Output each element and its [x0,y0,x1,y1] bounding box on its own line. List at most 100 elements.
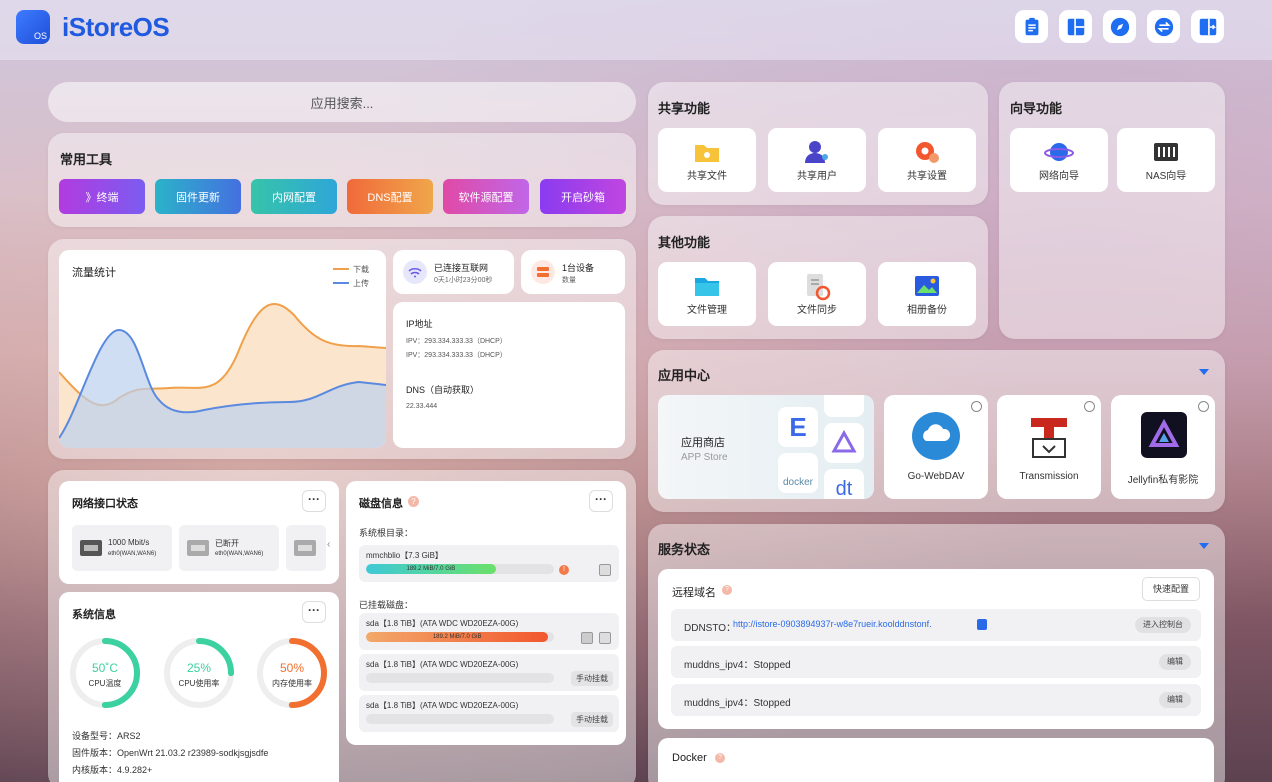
nas-wizard-button[interactable]: NAS向导 [1117,128,1215,192]
network-wizard-button[interactable]: 网络向导 [1010,128,1108,192]
tools-title: 常用工具 [60,152,113,167]
copy-icon[interactable] [977,619,987,630]
ethernet-port-icon [80,540,102,556]
help-icon[interactable]: ? [408,496,419,507]
photo-backup-label: 相册备份 [907,305,947,316]
docker-icon: docker [778,453,818,493]
app-store-title: 应用商店 [681,437,725,449]
transfer-icon[interactable] [1147,10,1180,43]
cpu-temp-gauge: 50˚C CPU温度 [68,636,142,710]
share-files-button[interactable]: 共享文件 [658,128,756,192]
warning-icon[interactable]: ! [559,565,569,575]
gear-icon [916,142,939,163]
help-icon[interactable]: ? [722,585,732,595]
app-settings-icon[interactable] [971,401,982,412]
sysinfo-title: 系统信息 [72,609,116,621]
app-store-card[interactable]: 应用商店 APP Store E docker dt [658,395,874,499]
port-item[interactable] [286,525,326,571]
quick-config-button[interactable]: 快速配置 [1142,577,1200,601]
file-manager-button[interactable]: 文件管理 [658,262,756,326]
store-app-icon [824,395,864,417]
share-users-button[interactable]: 共享用户 [768,128,866,192]
docker-title: Docker [672,752,707,764]
root-disk-row: mmchblio【7.3 GiB】 189.2 MiB/7.0 GiB ! [359,545,619,582]
devices-count: 1台设备 [562,263,595,273]
lan-config-button[interactable]: 内网配置 [251,179,337,214]
disk-usage-fill: 189.2 MiB/7.0 GiB [366,632,549,642]
users-icon [805,141,828,163]
device-model: 设备型号：ARS2 [72,731,141,741]
disk-settings-icon[interactable] [599,632,611,644]
software-source-button[interactable]: 软件源配置 [443,179,529,214]
app-go-webdav[interactable]: Go-WebDAV [884,395,988,499]
folder-icon [695,278,719,296]
photo-backup-button[interactable]: 相册备份 [878,262,976,326]
collapse-appcenter-icon[interactable] [1199,369,1209,375]
firmware-update-button[interactable]: 固件更新 [155,179,241,214]
scroll-left-icon[interactable]: ‹ [327,539,330,550]
legend-down-label: 下载 [353,265,369,274]
file-sync-button[interactable]: 文件同步 [768,262,866,326]
compass-icon[interactable] [1103,10,1136,43]
app-settings-icon[interactable] [1198,401,1209,412]
traffic-chart [59,303,386,448]
app-jellyfin[interactable]: Jellyfin私有影院 [1111,395,1215,499]
port-item[interactable]: 1000 Mbit/s eth0(WAN,WAN6) [72,525,172,571]
help-icon[interactable]: ? [715,753,725,763]
edit-button[interactable]: 编辑 [1159,692,1191,708]
disk-settings-icon[interactable] [599,564,611,576]
app-transmission[interactable]: Transmission [997,395,1101,499]
ddnsto-row: DDNSTO： http://istore-0903894937r-w8e7ru… [671,609,1201,641]
service-row: muddns_ipv4：Stopped 编辑 [671,646,1201,678]
root-label: 系统根目录： [359,528,414,538]
folder-share-icon [695,145,719,162]
ddnsto-link[interactable]: http://istore-0903894937r-w8e7rueir.kool… [733,619,932,629]
disk-title: 磁盘信息 [359,498,403,510]
uptime: 0天1小时23分00秒 [434,277,493,284]
edit-button[interactable]: 编辑 [1159,654,1191,670]
disk-eject-icon[interactable] [581,632,593,644]
app-search-input[interactable]: 应用搜索... [48,82,636,122]
sandbox-button[interactable]: 开启砂箱 [540,179,626,214]
memory-usage-gauge: 50% 内存使用率 [255,636,329,710]
port-item[interactable]: 已断开 eth0(WAN,WAN6) [179,525,279,571]
file-sync-label: 文件同步 [797,305,837,316]
disk-name: mmchblio【7.3 GiB】 [366,551,443,560]
netif-more-button[interactable]: ··· [302,490,326,512]
app-name: Transmission [1019,471,1079,482]
app-settings-icon[interactable] [1084,401,1095,412]
layout-icon[interactable] [1059,10,1092,43]
gauge-label: CPU温度 [88,679,122,688]
disk-usage-fill: 189.2 MiB/7.0 GiB [366,564,496,574]
app-name: Jellyfin私有影院 [1127,475,1199,486]
port-speed: 1000 Mbit/s [108,538,150,547]
disk-more-button[interactable]: ··· [589,490,613,512]
share-settings-button[interactable]: 共享设置 [878,128,976,192]
network-wizard-label: 网络向导 [1039,171,1079,182]
open-console-button[interactable]: 进入控制台 [1135,617,1191,633]
gauge-label: CPU使用率 [178,679,220,688]
manual-mount-button[interactable]: 手动挂载 [571,671,613,686]
istore-logo[interactable]: OS [16,10,50,44]
firmware-version: 固件版本：OpenWrt 21.03.2 r23989-sodkjsgjsdfe [72,748,269,758]
manual-mount-button[interactable]: 手动挂载 [571,712,613,727]
clipboard-icon[interactable] [1015,10,1048,43]
logout-icon[interactable] [1191,10,1224,43]
dns-config-button[interactable]: DNS配置 [347,179,433,214]
disk-name: sda【1.8 TiB】(ATA WDC WD20EZA-00G) [366,701,519,710]
appcenter-title: 应用中心 [658,368,711,383]
jellyfin-mini-icon [824,423,864,463]
disk-usage-bar: 189.2 MiB/7.0 GiB [366,632,554,642]
legend-up-label: 上传 [353,279,369,288]
terminal-button[interactable]: 》终端 [59,179,145,214]
gauge-value: 50˚C [91,661,118,675]
wizard-panel [999,82,1225,339]
sysinfo-more-button[interactable]: ··· [302,601,326,623]
port-name: eth0(WAN,WAN6) [108,551,157,557]
internet-status-card: 已连接互联网 0天1小时23分00秒 [393,250,514,294]
traffic-title: 流量统计 [72,267,116,279]
gauge-value: 25% [186,661,212,675]
collapse-service-icon[interactable] [1199,543,1209,549]
webdav-cloud-icon [912,412,960,460]
file-sync-icon [807,274,831,301]
